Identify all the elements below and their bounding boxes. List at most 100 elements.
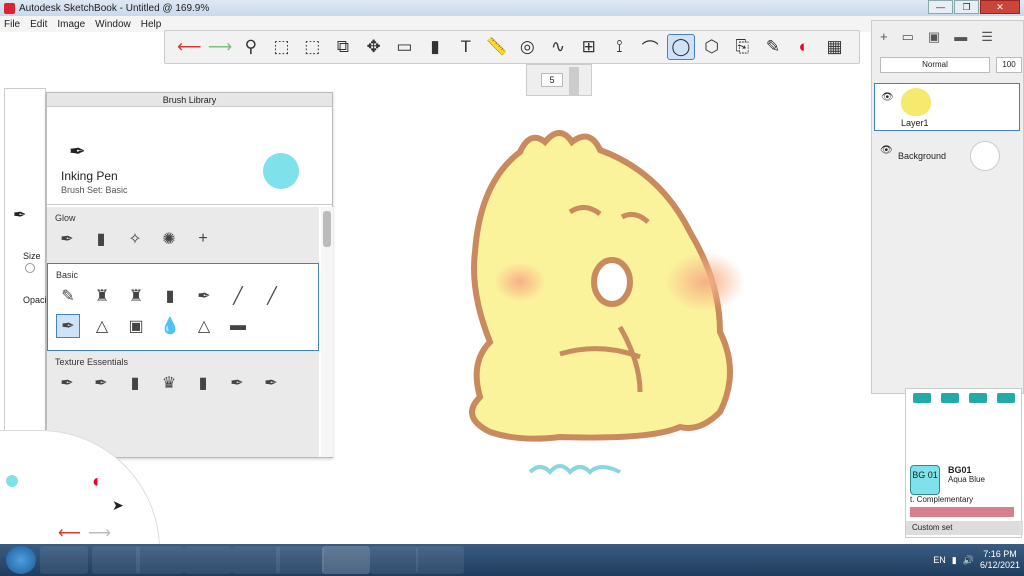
color-wheel-icon[interactable]: ◐ [789, 34, 818, 60]
texture-brush-icon[interactable]: ✒ [89, 371, 113, 395]
copy-icon[interactable]: ⎘ [728, 34, 757, 60]
select-icon[interactable]: ⬚ [267, 34, 296, 60]
maximize-button[interactable]: ❐ [954, 0, 979, 14]
sketchbook-taskbar-icon[interactable] [322, 546, 370, 574]
copic-swatch[interactable] [940, 393, 959, 403]
texture-brush-icon[interactable]: ✒ [55, 371, 79, 395]
internet-explorer-icon[interactable] [92, 546, 140, 574]
texture-brush-icon[interactable]: ✒ [259, 371, 283, 395]
glow-brush-icon[interactable]: + [191, 227, 215, 251]
transform-icon[interactable]: ✥ [359, 34, 388, 60]
texture-brush-icon[interactable]: ✒ [225, 371, 249, 395]
background-color-swatch[interactable] [970, 141, 1000, 171]
brush-size-slider[interactable] [569, 67, 579, 95]
photo-viewer-icon[interactable] [416, 546, 464, 574]
hard-eraser-icon[interactable]: ▣ [124, 314, 148, 338]
paint-brush-icon[interactable]: ♜ [124, 284, 148, 308]
language-indicator[interactable]: EN [933, 555, 946, 565]
copic-swatch[interactable] [996, 393, 1015, 403]
network-icon[interactable]: ▮ [952, 555, 957, 566]
curve-icon[interactable]: ∿ [544, 34, 573, 60]
paint-icon[interactable] [276, 546, 324, 574]
clock-time: 7:16 PM [983, 549, 1017, 559]
pen-brush-icon[interactable]: ╱ [226, 284, 250, 308]
current-color-swatch[interactable] [263, 153, 299, 189]
copic-swatch[interactable] [968, 393, 987, 403]
brush-list-scrollbar[interactable] [321, 207, 333, 457]
snipping-tool-icon[interactable] [136, 546, 184, 574]
layer-menu-icon[interactable]: ☰ [981, 29, 993, 45]
add-layer-icon[interactable]: + [880, 29, 888, 45]
start-button[interactable] [6, 546, 36, 574]
glow-brush-icon[interactable]: ▮ [89, 227, 113, 251]
volume-icon[interactable]: 🔊 [963, 555, 974, 566]
ruler-icon[interactable]: 📏 [482, 34, 511, 60]
symmetry-icon[interactable]: ⟟ [605, 34, 634, 60]
swatches-icon[interactable]: ▦ [820, 34, 849, 60]
selected-copic-swatch[interactable]: BG 01 [910, 465, 940, 495]
ellipse-guide-icon[interactable]: ◎ [513, 34, 542, 60]
zalo-icon[interactable] [370, 546, 418, 574]
menu-edit[interactable]: Edit [30, 19, 47, 30]
glow-brush-icon[interactable]: ✧ [123, 227, 147, 251]
menu-image[interactable]: Image [57, 19, 85, 30]
menu-file[interactable]: File [4, 19, 20, 30]
sharpen-brush-icon[interactable]: △ [192, 314, 216, 338]
blend-mode-select[interactable]: Normal [880, 57, 990, 73]
menu-window[interactable]: Window [95, 19, 131, 30]
media-player-icon[interactable] [40, 546, 88, 574]
soft-eraser-icon[interactable]: ▬ [226, 314, 250, 338]
texture-brush-icon[interactable]: ♛ [157, 371, 181, 395]
chrome-icon[interactable] [232, 546, 280, 574]
brush-library-icon[interactable]: ✎ [759, 34, 788, 60]
custom-set-tab[interactable]: Custom set [906, 521, 1023, 535]
lasso-select-icon[interactable]: ⬚ [298, 34, 327, 60]
perspective-icon[interactable]: ⊞ [574, 34, 603, 60]
layer-item-layer1[interactable]: 👁 Layer1 [874, 83, 1020, 131]
layer-item-background[interactable]: 👁 Background [874, 137, 1020, 177]
file-explorer-icon[interactable] [184, 546, 232, 574]
add-group-icon[interactable]: ▭ [902, 29, 914, 45]
size-slider-handle[interactable] [25, 263, 35, 273]
crop-icon[interactable]: ⧉ [329, 34, 358, 60]
texture-brush-icon[interactable]: ▮ [191, 371, 215, 395]
redo-icon[interactable]: ⟶ [88, 523, 111, 543]
fine-pen-icon[interactable]: ╱ [260, 284, 284, 308]
brush-size-value[interactable]: 5 [541, 73, 563, 87]
distort-icon[interactable]: ▭ [390, 34, 419, 60]
fill-icon[interactable]: ▮ [421, 34, 450, 60]
glow-brush-icon[interactable]: ✒ [55, 227, 79, 251]
minimize-button[interactable]: — [928, 0, 953, 14]
clock[interactable]: 7:16 PM 6/12/2021 [980, 549, 1020, 571]
lagoon-color-swatch[interactable] [6, 475, 18, 487]
copic-name: Aqua Blue [948, 475, 985, 484]
zoom-icon[interactable]: ⚲ [236, 34, 265, 60]
glow-brush-icon[interactable]: ✺ [157, 227, 181, 251]
complementary-color-bar[interactable] [910, 507, 1014, 517]
visibility-eye-icon[interactable]: 👁 [881, 92, 894, 103]
copic-swatch[interactable] [912, 393, 931, 403]
undo-icon[interactable]: ⟵ [58, 523, 81, 543]
airbrush-icon[interactable]: ♜ [90, 284, 114, 308]
marker-brush-icon[interactable]: ▮ [158, 284, 182, 308]
color-wheel-icon[interactable]: ◐ [92, 471, 103, 492]
texture-brush-icon[interactable]: ▮ [123, 371, 147, 395]
layer-opacity-input[interactable]: 100 [996, 57, 1022, 73]
pencil-brush-icon[interactable]: ✎ [56, 284, 80, 308]
menu-help[interactable]: Help [141, 19, 162, 30]
select-arrow-icon[interactable]: ➤ [112, 497, 124, 514]
fill-layer-icon[interactable]: ▬ [954, 29, 967, 45]
ellipse-tool-icon[interactable]: ◯ [666, 34, 696, 60]
shape-icon[interactable]: ⬡ [697, 34, 726, 60]
text-icon[interactable]: T [451, 34, 480, 60]
ballpoint-brush-icon[interactable]: ✒ [192, 284, 216, 308]
add-image-icon[interactable]: ▣ [928, 29, 940, 45]
redo-icon[interactable]: ⟶ [206, 34, 235, 60]
undo-icon[interactable]: ⟵ [175, 34, 204, 60]
visibility-eye-icon[interactable]: 👁 [880, 145, 893, 156]
triangle-brush-icon[interactable]: △ [90, 314, 114, 338]
stroke-icon[interactable]: ⌒ [636, 34, 665, 60]
inking-pen-brush-icon[interactable]: ✒ [56, 314, 80, 338]
blur-brush-icon[interactable]: 💧 [158, 314, 182, 338]
close-button[interactable]: ✕ [980, 0, 1020, 14]
